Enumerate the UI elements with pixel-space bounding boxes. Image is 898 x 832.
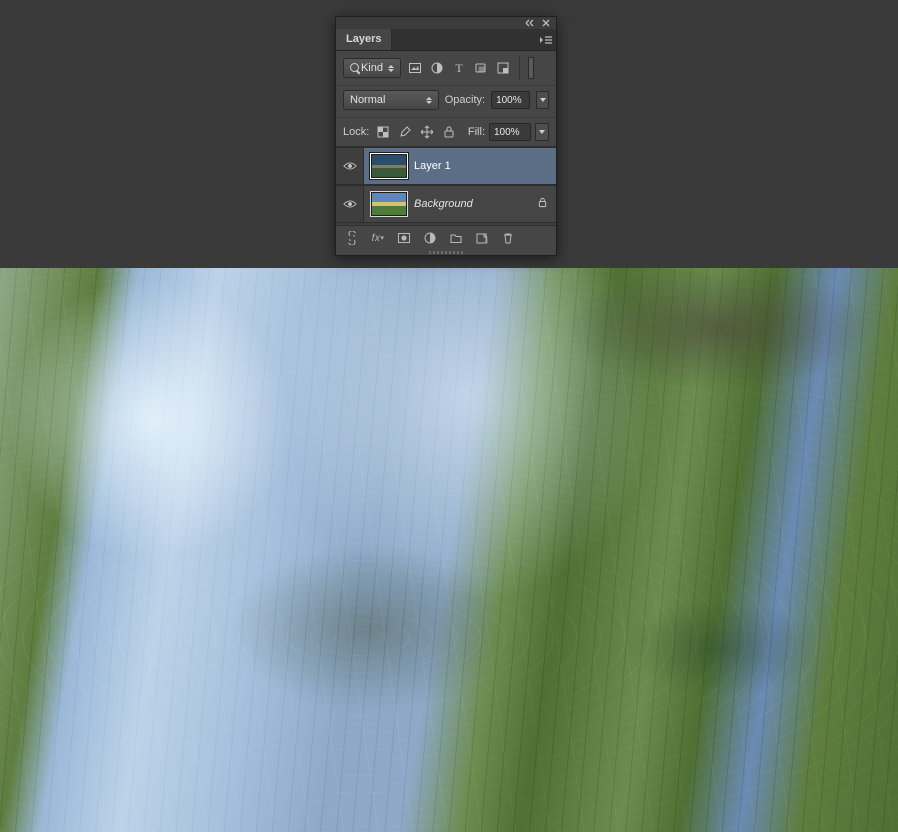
lock-position-icon[interactable] bbox=[419, 124, 435, 140]
filter-toggle[interactable] bbox=[528, 57, 534, 79]
fill-label: Fill: bbox=[468, 126, 485, 138]
adjustment-layer-icon[interactable] bbox=[422, 230, 438, 246]
new-layer-icon[interactable] bbox=[474, 230, 490, 246]
group-icon[interactable] bbox=[448, 230, 464, 246]
lock-pixels-icon[interactable] bbox=[397, 124, 413, 140]
collapse-icon[interactable] bbox=[525, 18, 535, 28]
fill-stepper[interactable] bbox=[535, 123, 549, 141]
blend-mode-value: Normal bbox=[350, 94, 385, 106]
layer-row[interactable]: Layer 1 bbox=[336, 147, 556, 185]
image-filter-icon[interactable] bbox=[407, 60, 423, 76]
opacity-input[interactable] bbox=[496, 95, 525, 106]
filter-kind-label: Kind bbox=[361, 62, 383, 74]
smartobject-filter-icon[interactable] bbox=[495, 60, 511, 76]
lock-label: Lock: bbox=[343, 126, 369, 138]
layer-row[interactable]: Background bbox=[336, 185, 556, 223]
adjustment-filter-icon[interactable] bbox=[429, 60, 445, 76]
fill-field[interactable] bbox=[489, 123, 531, 141]
lock-fill-row: Lock: Fill: bbox=[336, 118, 556, 147]
opacity-stepper[interactable] bbox=[536, 91, 549, 109]
shape-filter-icon[interactable] bbox=[473, 60, 489, 76]
opacity-label: Opacity: bbox=[445, 94, 485, 106]
visibility-toggle[interactable] bbox=[336, 186, 364, 222]
blend-opacity-row: Normal Opacity: bbox=[336, 86, 556, 118]
lock-transparency-icon[interactable] bbox=[375, 124, 391, 140]
layers-panel: Layers Kind T bbox=[335, 16, 557, 256]
mask-icon[interactable] bbox=[396, 230, 412, 246]
close-icon[interactable] bbox=[541, 18, 551, 28]
opacity-field[interactable] bbox=[491, 91, 530, 109]
blend-mode-dropdown[interactable]: Normal bbox=[343, 90, 439, 110]
trash-icon[interactable] bbox=[500, 230, 516, 246]
lock-all-icon[interactable] bbox=[441, 124, 457, 140]
filter-kind-dropdown[interactable]: Kind bbox=[343, 58, 401, 78]
resize-gripper[interactable] bbox=[336, 249, 556, 255]
fill-input[interactable] bbox=[494, 127, 526, 138]
image-canvas[interactable] bbox=[0, 268, 898, 832]
visibility-toggle[interactable] bbox=[336, 148, 364, 184]
search-icon bbox=[350, 63, 356, 73]
layer-name[interactable]: Background bbox=[414, 198, 473, 210]
panel-titlebar bbox=[336, 17, 556, 29]
layer-list: Layer 1 Background bbox=[336, 147, 556, 225]
panel-menu-icon[interactable] bbox=[536, 29, 556, 50]
layer-thumbnail[interactable] bbox=[372, 155, 406, 177]
fx-icon[interactable]: fx▾ bbox=[370, 230, 386, 246]
link-layers-icon[interactable] bbox=[344, 230, 360, 246]
layer-thumbnail[interactable] bbox=[372, 193, 406, 215]
panel-tabs: Layers bbox=[336, 29, 556, 51]
panel-footer: fx▾ bbox=[336, 225, 556, 249]
filter-row: Kind T bbox=[336, 51, 556, 86]
layer-name[interactable]: Layer 1 bbox=[414, 160, 451, 172]
tab-layers[interactable]: Layers bbox=[336, 29, 392, 50]
type-filter-icon[interactable]: T bbox=[451, 60, 467, 76]
lock-icon bbox=[537, 197, 548, 211]
